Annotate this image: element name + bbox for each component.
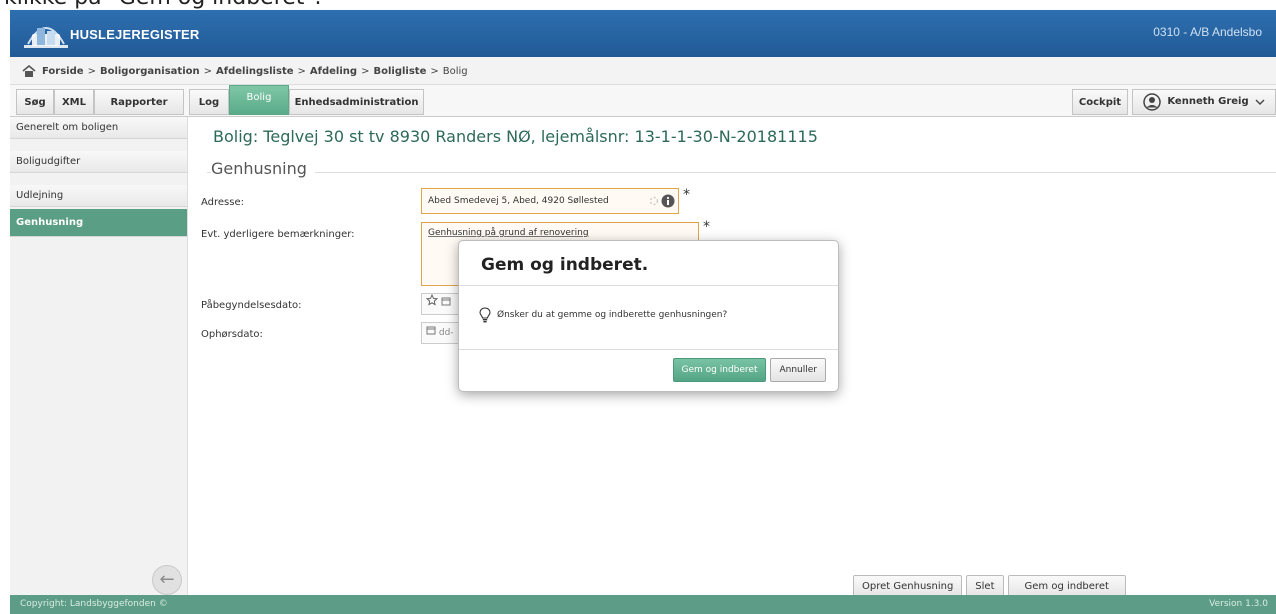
dialog-buttons: Gem og indberet Annuller — [672, 358, 826, 382]
dialog-divider — [459, 349, 838, 350]
required-marker: * — [683, 187, 690, 203]
back-button[interactable]: ← — [152, 565, 182, 595]
breadcrumb-forside[interactable]: Forside — [42, 66, 84, 77]
copyright-text: Copyright: Landsbyggefonden © — [20, 599, 168, 609]
section-genhusning: Genhusning — [207, 159, 1276, 181]
adresse-label: Adresse: — [201, 197, 244, 208]
breadcrumb-bolig: Bolig — [442, 65, 468, 77]
version-text: Version 1.3.0 — [1209, 599, 1268, 609]
paabegyndelsesdato-field[interactable] — [421, 293, 461, 315]
page-title: Bolig: Teglvej 30 st tv 8930 Randers NØ,… — [213, 127, 818, 146]
tab-soeg[interactable]: Søg — [16, 89, 54, 115]
breadcrumb-boligliste[interactable]: Boligliste — [373, 66, 426, 77]
breadcrumb-separator: > — [430, 65, 439, 77]
arrow-left-icon: ← — [159, 569, 175, 590]
section-divider — [207, 172, 1276, 173]
section-title: Genhusning — [211, 159, 315, 178]
star-icon[interactable] — [425, 293, 439, 306]
calendar-icon[interactable] — [441, 296, 451, 306]
logo[interactable]: HUSLEJEREGISTER — [24, 18, 199, 50]
user-avatar-icon — [1143, 93, 1162, 111]
required-marker: * — [703, 219, 710, 235]
chevron-down-icon — [1255, 99, 1265, 105]
user-menu[interactable]: Kenneth Greig — [1132, 89, 1276, 115]
breadcrumb-separator: > — [297, 65, 306, 77]
spinner-icon — [649, 196, 659, 206]
paabegyndelsesdato-label: Påbegyndelsesdato: — [201, 300, 302, 311]
sidebar-item-genhusning[interactable]: Genhusning — [10, 209, 187, 237]
dialog-body: Ønsker du at gemme og indberette genhusn… — [479, 307, 727, 323]
sidebar-item-boligudgifter[interactable]: Boligudgifter — [10, 151, 187, 173]
breadcrumb: Forside > Boligorganisation > Afdelingsl… — [22, 65, 468, 77]
top-header: HUSLEJEREGISTER 0310 - A/B Andelsbo — [10, 10, 1276, 57]
sidebar-item-udlejning[interactable]: Udlejning — [10, 185, 187, 207]
adresse-field[interactable]: Abed Smedevej 5, Abed, 4920 Søllested — [421, 188, 679, 214]
home-icon[interactable] — [22, 65, 36, 77]
breadcrumb-separator: > — [87, 65, 96, 77]
confirm-dialog: Gem og indberet. Ønsker du at gemme og i… — [458, 240, 839, 392]
calendar-icon[interactable] — [426, 325, 436, 335]
bemaerkninger-value: Genhusning på grund af renovering — [428, 228, 589, 238]
breadcrumb-separator: > — [203, 65, 213, 77]
user-name: Kenneth Greig — [1167, 96, 1249, 107]
dialog-divider — [459, 285, 838, 286]
tab-xml[interactable]: XML — [54, 89, 94, 115]
ophoersdato-placeholder: dd- — [438, 328, 454, 338]
app-window: HUSLEJEREGISTER 0310 - A/B Andelsbo Fors… — [10, 10, 1276, 614]
dialog-title: Gem og indberet. — [481, 255, 649, 275]
tab-bolig[interactable]: Bolig — [229, 85, 289, 115]
bemaerkninger-label: Evt. yderligere bemærkninger: — [201, 229, 355, 240]
document-caption: klikke på "Gem og indberet". — [0, 0, 1276, 10]
dialog-confirm-button[interactable]: Gem og indberet — [672, 358, 767, 382]
breadcrumb-boligorganisation[interactable]: Boligorganisation — [100, 66, 200, 77]
logo-text: HUSLEJEREGISTER — [70, 26, 200, 42]
tab-cockpit[interactable]: Cockpit — [1072, 89, 1128, 115]
tab-rapporter[interactable]: Rapporter — [94, 89, 184, 115]
breadcrumb-afdelingsliste[interactable]: Afdelingsliste — [216, 66, 294, 77]
tab-bar: Søg XML Rapporter Log Bolig Enhedsadmini… — [10, 85, 1276, 117]
footer: Copyright: Landsbyggefonden © Version 1.… — [10, 595, 1276, 614]
dialog-cancel-button[interactable]: Annuller — [770, 358, 826, 382]
dialog-message: Ønsker du at gemme og indberette genhusn… — [497, 310, 728, 320]
organisation-name: 0310 - A/B Andelsbo — [1153, 25, 1262, 39]
tab-enhedsadministration[interactable]: Enhedsadministration — [289, 89, 424, 115]
breadcrumb-bar: Forside > Boligorganisation > Afdelingsl… — [10, 57, 1276, 85]
info-icon[interactable] — [661, 194, 675, 208]
adresse-value: Abed Smedevej 5, Abed, 4920 Søllested — [428, 196, 609, 206]
logo-icon — [24, 27, 68, 48]
ophoersdato-label: Ophørsdato: — [201, 329, 263, 340]
breadcrumb-separator: > — [361, 65, 370, 77]
ophoersdato-field[interactable]: dd- — [421, 322, 461, 344]
sidebar: Generelt om boligen Boligudgifter Udlejn… — [10, 117, 188, 595]
tab-log[interactable]: Log — [189, 89, 229, 115]
sidebar-item-generelt[interactable]: Generelt om boligen — [10, 117, 187, 139]
breadcrumb-afdeling[interactable]: Afdeling — [310, 66, 357, 77]
lightbulb-icon — [479, 307, 491, 323]
